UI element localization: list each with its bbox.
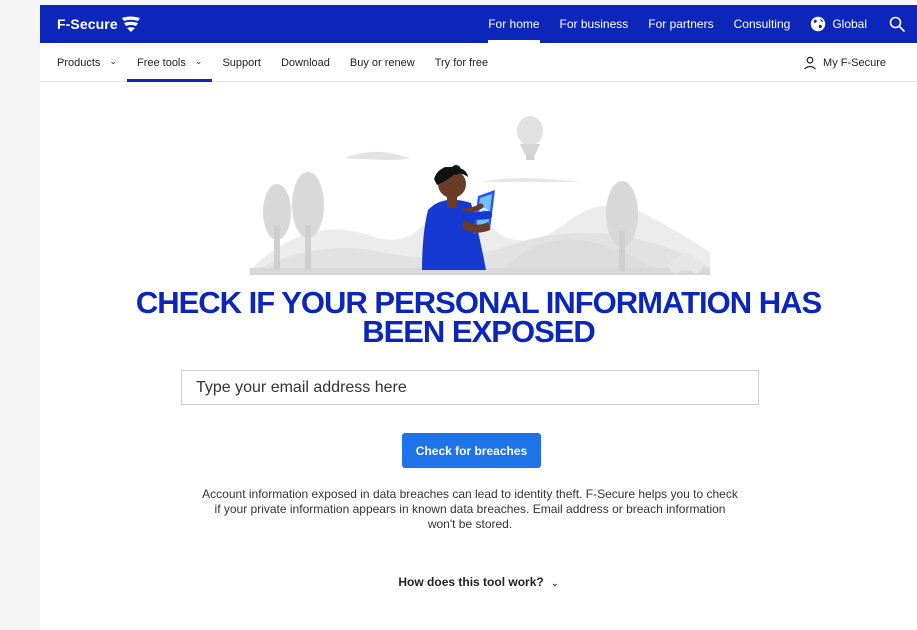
subnav-buy-or-renew[interactable]: Buy or renew bbox=[350, 43, 415, 82]
check-for-breaches-button[interactable]: Check for breaches bbox=[402, 433, 541, 468]
account-label: My F-Secure bbox=[823, 56, 886, 69]
subnav-try-for-free[interactable]: Try for free bbox=[435, 43, 488, 82]
subnav-support[interactable]: Support bbox=[222, 43, 261, 82]
how-does-this-tool-work-toggle[interactable]: How does this tool work? ⌄ bbox=[40, 575, 917, 589]
search-icon bbox=[889, 16, 905, 32]
subnav-products-label: Products bbox=[57, 56, 101, 69]
topnav-for-home[interactable]: For home bbox=[488, 5, 540, 43]
page-title: CHECK IF YOUR PERSONAL INFORMATION HAS B… bbox=[40, 285, 917, 349]
top-navigation: For home For business For partners Consu… bbox=[468, 5, 905, 43]
headline-line-2: BEEN EXPOSED bbox=[362, 314, 596, 349]
global-label: Global bbox=[832, 17, 867, 31]
brand-name: F-Secure bbox=[57, 16, 118, 32]
headline-line-1: CHECK IF YOUR PERSONAL INFORMATION HAS bbox=[135, 285, 822, 320]
secondary-navigation: Products ⌄ Free tools ⌄ Support Download… bbox=[40, 43, 917, 82]
subnav-items: Products ⌄ Free tools ⌄ Support Download… bbox=[57, 43, 508, 82]
email-input[interactable] bbox=[181, 370, 759, 405]
topnav-for-business[interactable]: For business bbox=[560, 5, 629, 43]
subnav-download[interactable]: Download bbox=[281, 43, 330, 82]
chevron-down-icon: ⌄ bbox=[551, 578, 559, 588]
topnav-for-partners[interactable]: For partners bbox=[648, 5, 713, 43]
top-bar: F-Secure For home For business For partn… bbox=[40, 5, 917, 43]
person-with-tablet-illustration bbox=[250, 110, 710, 275]
logo-wave-icon bbox=[121, 16, 140, 32]
global-selector[interactable]: Global bbox=[810, 16, 867, 32]
subnav-free-tools-label: Free tools bbox=[136, 56, 186, 69]
hero-section: CHECK IF YOUR PERSONAL INFORMATION HAS B… bbox=[40, 82, 917, 630]
search-button[interactable] bbox=[889, 16, 905, 32]
info-text: Account information exposed in data brea… bbox=[202, 487, 738, 531]
my-f-secure-link[interactable]: My F-Secure bbox=[803, 43, 886, 82]
chevron-down-icon: ⌄ bbox=[194, 56, 203, 66]
chevron-down-icon: ⌄ bbox=[109, 56, 117, 66]
f-secure-logo[interactable]: F-Secure bbox=[57, 13, 141, 35]
subnav-free-tools[interactable]: Free tools ⌄ bbox=[126, 43, 213, 82]
subnav-products[interactable]: Products ⌄ bbox=[57, 43, 117, 82]
how-label: How does this tool work? bbox=[398, 575, 544, 589]
browser-frame: F-Secure For home For business For partn… bbox=[0, 0, 917, 630]
user-icon bbox=[804, 56, 816, 69]
topnav-consulting[interactable]: Consulting bbox=[734, 5, 791, 43]
globe-icon bbox=[811, 16, 826, 32]
